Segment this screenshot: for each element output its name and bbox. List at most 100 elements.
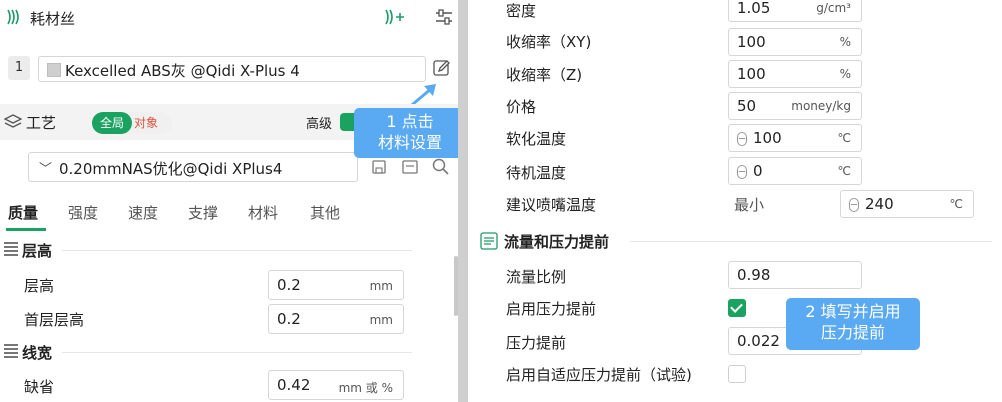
advanced-label: 高级: [306, 117, 333, 132]
filament-name: Kexcelled ABS灰 @Qidi X-Plus 4: [65, 62, 300, 80]
settings-tabs: 质量 强度 速度 支撑 材料 其他: [0, 198, 458, 230]
adaptive-pa-label: 启用自适应压力提前（试验): [506, 366, 692, 384]
section-divider: [62, 352, 412, 353]
shrinkage-xy-field[interactable]: 100 %: [728, 28, 862, 56]
filament-icon: [6, 8, 26, 30]
density-value: 1.05: [737, 0, 771, 17]
default-line-width-unit: mm 或 %: [338, 381, 393, 395]
layer-height-section-title: 层高: [22, 242, 53, 260]
tab-support[interactable]: 支撑: [188, 202, 218, 223]
density-field[interactable]: 1.05 g/cm³: [728, 0, 862, 22]
process-preset-value: 0.20mmNAS优化@Qidi XPlus4: [59, 160, 283, 178]
adaptive-pa-checkbox[interactable]: [728, 365, 746, 383]
pa-value: 0.022: [737, 332, 780, 350]
layers-icon: [3, 114, 23, 134]
nozzle-temp-label: 建议喷嘴温度: [506, 196, 597, 214]
price-field[interactable]: 50 money/kg: [728, 92, 862, 120]
add-filament-icon[interactable]: [384, 8, 406, 30]
process-preset-select[interactable]: ﹀ 0.20mmNAS优化@Qidi XPlus4: [28, 152, 358, 182]
enable-pa-checkbox[interactable]: [728, 299, 746, 317]
default-line-width-field[interactable]: 0.42 mm 或 %: [268, 370, 404, 400]
shrinkage-z-value: 100: [737, 65, 766, 83]
flow-ratio-field[interactable]: 0.98: [728, 261, 862, 289]
line-width-section-icon: [4, 344, 18, 358]
filament-color-swatch: [47, 63, 61, 77]
shrinkage-xy-label: 收缩率（XY): [506, 33, 592, 51]
left-panel: 耗材丝 1 Kexcelled ABS灰 @Qidi X-Plus 4 工艺 全…: [0, 0, 458, 402]
global-object-toggle[interactable]: 全局 对象: [92, 112, 172, 134]
softening-temp-field[interactable]: 100 ℃: [728, 124, 862, 152]
search-icon[interactable]: [432, 158, 450, 180]
tab-other[interactable]: 其他: [310, 202, 340, 223]
spin-icon[interactable]: [737, 132, 747, 146]
density-label: 密度: [506, 2, 537, 20]
price-label: 价格: [506, 98, 537, 116]
active-tab-indicator: [6, 228, 46, 231]
default-line-width-value: 0.42: [277, 376, 311, 394]
standby-temp-field[interactable]: 0 ℃: [728, 157, 862, 185]
enable-pa-label: 启用压力提前: [506, 300, 597, 318]
tab-speed[interactable]: 速度: [128, 202, 158, 223]
spin-icon[interactable]: [849, 198, 859, 212]
flow-ratio-label: 流量比例: [506, 268, 567, 286]
price-unit: money/kg: [791, 99, 851, 113]
filament-index: 1: [8, 56, 30, 80]
save-preset-icon[interactable]: [372, 160, 386, 178]
softening-temp-label: 软化温度: [506, 130, 567, 148]
shrinkage-z-unit: %: [839, 67, 851, 81]
filament-section-title: 耗材丝: [30, 10, 76, 28]
first-layer-height-field[interactable]: 0.2 mm: [268, 304, 404, 334]
filament-settings-slider-icon[interactable]: [434, 8, 454, 30]
softening-temp-unit: ℃: [837, 131, 851, 145]
density-unit: g/cm³: [816, 1, 851, 15]
filament-combo[interactable]: Kexcelled ABS灰 @Qidi X-Plus 4: [38, 56, 426, 82]
shrinkage-xy-value: 100: [737, 33, 766, 51]
line-width-section-title: 线宽: [22, 344, 53, 362]
shrinkage-z-field[interactable]: 100 %: [728, 60, 862, 88]
filament-item[interactable]: 1 Kexcelled ABS灰 @Qidi X-Plus 4: [8, 56, 458, 82]
standby-temp-label: 待机温度: [506, 164, 567, 182]
spin-icon[interactable]: [737, 165, 747, 179]
callout-2-line2: 压力提前: [820, 323, 885, 342]
section-divider: [630, 241, 992, 242]
callout-2: 2 填写并启用 压力提前: [786, 298, 920, 350]
nozzle-temp-unit: ℃: [949, 197, 963, 211]
chevron-down-icon: ﹀: [39, 162, 53, 177]
pa-label: 压力提前: [506, 334, 567, 352]
layer-height-section-icon: [4, 242, 18, 256]
first-layer-height-value: 0.2: [277, 310, 301, 328]
first-layer-height-unit: mm: [369, 313, 393, 327]
panel-divider[interactable]: [458, 0, 468, 402]
callout-1-line1: 1 点击: [386, 112, 434, 131]
standby-temp-unit: ℃: [837, 164, 851, 178]
callout-2-line1: 2 填写并启用: [805, 302, 901, 321]
nozzle-temp-min-label: 最小: [734, 196, 765, 214]
layer-height-value: 0.2: [277, 276, 301, 294]
nozzle-temp-min-value: 240: [865, 195, 894, 213]
tab-material[interactable]: 材料: [248, 202, 278, 223]
layer-height-unit: mm: [369, 279, 393, 293]
softening-temp-value: 100: [753, 129, 782, 147]
layer-height-label: 层高: [24, 277, 55, 295]
default-line-width-label: 缺省: [24, 378, 55, 396]
callout-1: 1 点击 材料设置: [354, 108, 458, 158]
standby-temp-value: 0: [753, 162, 763, 180]
shrinkage-xy-unit: %: [839, 35, 851, 49]
tab-strength[interactable]: 强度: [68, 202, 98, 223]
first-layer-height-label: 首层层高: [24, 311, 85, 329]
price-value: 50: [737, 97, 757, 115]
layer-height-field[interactable]: 0.2 mm: [268, 270, 404, 300]
flow-section-title: 流量和压力提前: [504, 233, 610, 251]
shrinkage-z-label: 收缩率（Z): [506, 66, 583, 84]
compare-preset-icon[interactable]: [402, 160, 418, 178]
process-title: 工艺: [26, 114, 57, 132]
edit-filament-icon[interactable]: [432, 58, 452, 82]
tab-quality[interactable]: 质量: [8, 202, 38, 223]
toggle-object[interactable]: 对象: [134, 112, 158, 134]
flow-ratio-value: 0.98: [737, 266, 771, 284]
nozzle-temp-min-field[interactable]: 240 ℃: [840, 190, 974, 218]
filament-settings-panel: 密度 1.05 g/cm³ 收缩率（XY) 100 % 收缩率（Z) 100 %…: [468, 0, 1002, 402]
toggle-global[interactable]: 全局: [92, 112, 132, 134]
flow-section-icon: [480, 232, 498, 254]
section-divider: [62, 250, 412, 251]
